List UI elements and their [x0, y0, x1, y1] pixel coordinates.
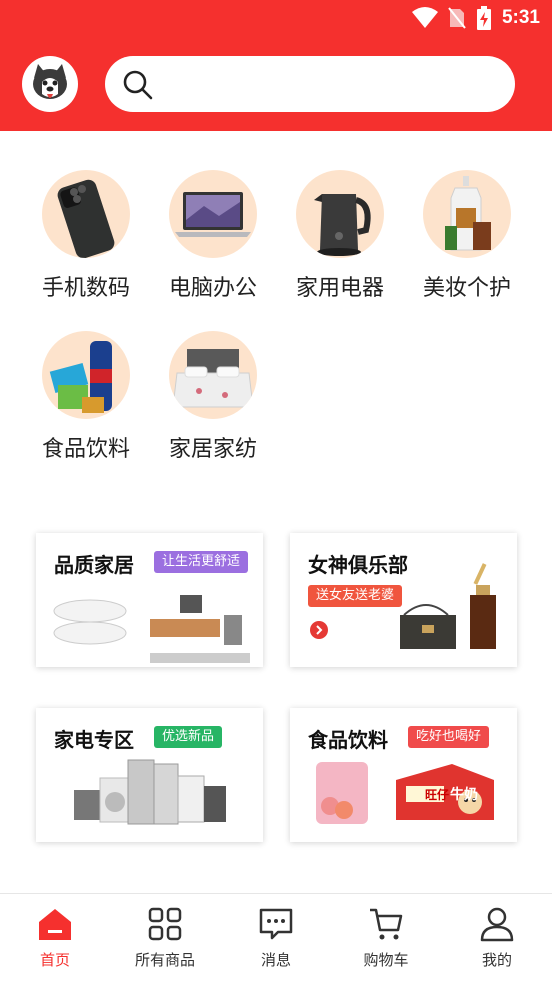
home-products-image	[53, 595, 250, 663]
nav-label: 消息	[260, 951, 291, 969]
nav-all-products[interactable]: 所有商品	[110, 894, 220, 983]
husky-logo-icon	[33, 64, 67, 99]
arrow-right-icon[interactable]	[310, 621, 328, 639]
promo-card-home[interactable]: 品质家居 让生活更舒适	[36, 533, 263, 667]
food-image	[316, 762, 494, 824]
search-input[interactable]	[105, 56, 515, 112]
category-label: 手机数码	[41, 276, 130, 301]
category-phones[interactable]: 手机数码	[31, 170, 141, 302]
promo-tag: 让生活更舒适	[154, 551, 249, 573]
category-label: 家用电器	[295, 276, 384, 301]
user-icon	[480, 907, 514, 942]
search-icon	[123, 70, 153, 100]
promo-tag: 吃好也喝好	[408, 726, 490, 748]
category-computers[interactable]: 电脑办公	[158, 170, 268, 302]
category-label: 家居家纺	[168, 437, 257, 462]
bed-icon	[169, 331, 257, 419]
no-sim-icon	[448, 7, 466, 29]
category-bedding[interactable]: 家居家纺	[158, 331, 268, 463]
product-label: 旺仔	[425, 788, 450, 802]
bottom-nav: 首页 所有商品 消息 购物车 我的	[0, 893, 552, 983]
promo-tag: 送女友送老婆	[308, 585, 403, 607]
category-food[interactable]: 食品饮料	[31, 331, 141, 463]
message-icon	[259, 908, 293, 940]
nav-cart[interactable]: 购物车	[331, 894, 441, 983]
kettle-icon	[296, 170, 384, 258]
category-label: 电脑办公	[168, 276, 257, 301]
promo-tag: 优选新品	[154, 726, 223, 748]
battery-charging-icon	[476, 6, 491, 30]
bag-perfume-image	[400, 563, 496, 649]
nav-profile[interactable]: 我的	[442, 894, 552, 983]
nav-home[interactable]: 首页	[0, 894, 110, 983]
category-label: 美妆个护	[422, 276, 511, 301]
nav-label: 我的	[481, 951, 512, 969]
promo-card-food[interactable]: 食品饮料 吃好也喝好 旺仔 牛奶	[290, 708, 517, 842]
grid-icon	[148, 907, 182, 941]
status-bar: 5:31	[0, 0, 552, 38]
nav-messages[interactable]: 消息	[221, 894, 331, 983]
nav-label: 首页	[39, 951, 70, 969]
appliances-image	[74, 759, 226, 825]
promo-card-women[interactable]: 女神俱乐部 送女友送老婆	[290, 533, 517, 667]
promo-title: 食品饮料	[308, 728, 388, 752]
category-appliances[interactable]: 家用电器	[285, 170, 395, 302]
nav-label: 所有商品	[134, 951, 195, 969]
avatar[interactable]	[22, 56, 78, 112]
phone-icon	[42, 170, 130, 258]
drinks-icon	[42, 331, 130, 419]
product-label: 牛奶	[450, 787, 478, 803]
cosmetics-icon	[423, 170, 511, 258]
category-cosmetics[interactable]: 美妆个护	[412, 170, 522, 302]
promo-title: 品质家居	[54, 553, 134, 577]
status-time: 5:31	[501, 7, 540, 28]
home-icon	[39, 909, 71, 940]
category-label: 食品饮料	[41, 437, 130, 462]
header-bar: 5:31	[0, 0, 552, 131]
promo-card-appliances[interactable]: 家电专区 优选新品	[36, 708, 263, 842]
promo-title: 家电专区	[54, 728, 134, 752]
nav-label: 购物车	[363, 951, 409, 969]
laptop-icon	[169, 170, 257, 258]
wifi-icon	[411, 7, 438, 28]
cart-icon	[370, 908, 403, 940]
promo-title: 女神俱乐部	[308, 553, 408, 577]
